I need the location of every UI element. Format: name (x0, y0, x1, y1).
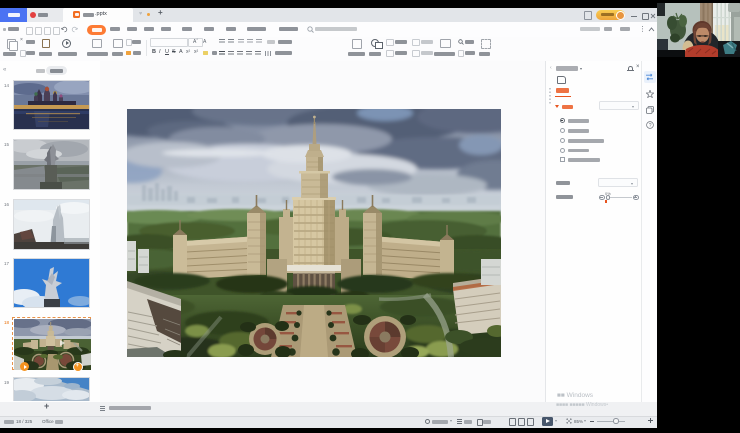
svg-text:?: ? (649, 123, 652, 129)
